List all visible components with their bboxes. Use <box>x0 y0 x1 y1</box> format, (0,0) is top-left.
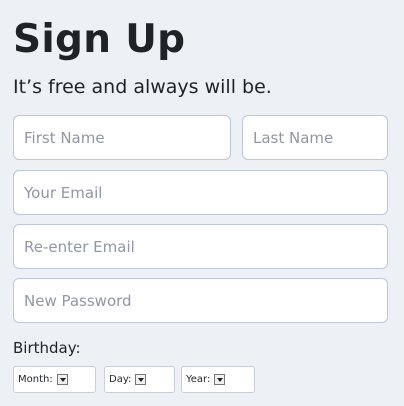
page-title: Sign Up <box>13 17 186 62</box>
chevron-down-icon[interactable] <box>135 374 147 385</box>
year-label: Year: <box>186 374 211 385</box>
month-label: Month: <box>18 374 53 385</box>
birth-year-select[interactable]: Year: <box>181 366 255 393</box>
birth-month-select[interactable]: Month: <box>13 366 96 393</box>
last-name-input[interactable] <box>242 115 388 160</box>
tagline: It’s free and always will be. <box>13 76 272 98</box>
new-password-input[interactable] <box>13 278 388 323</box>
first-name-input[interactable] <box>13 115 231 160</box>
chevron-down-icon[interactable] <box>214 374 226 385</box>
reenter-email-input[interactable] <box>13 224 388 269</box>
birth-day-select[interactable]: Day: <box>104 366 175 393</box>
chevron-down-icon[interactable] <box>56 374 68 385</box>
birthday-label: Birthday: <box>13 339 81 357</box>
email-input[interactable] <box>13 170 388 215</box>
day-label: Day: <box>109 374 132 385</box>
